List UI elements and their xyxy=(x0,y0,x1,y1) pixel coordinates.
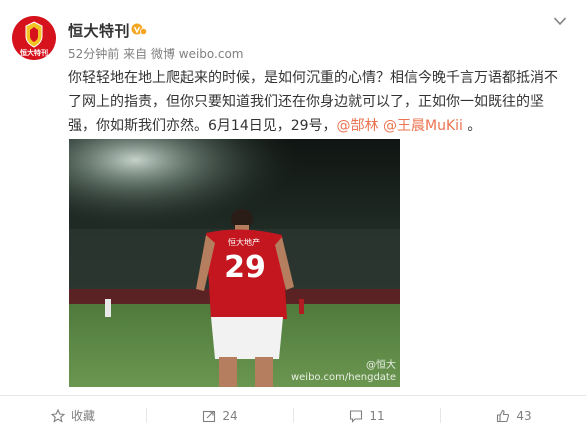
vip-badge-icon[interactable] xyxy=(131,21,147,37)
mention-link[interactable]: @王晨MuKii xyxy=(383,118,463,134)
jersey-number: 29 xyxy=(224,250,266,285)
post-meta: 52分钟前 来自 微博 weibo.com xyxy=(68,45,244,62)
favorite-label: 收藏 xyxy=(70,409,95,423)
favorite-button[interactable]: 收藏 xyxy=(0,396,146,435)
avatar[interactable]: 恒大特刊 xyxy=(12,16,56,60)
post-text-segment: 强，你如斯我们亦然。6月14日见，29号， xyxy=(68,118,337,134)
watermark-handle: @恒大 xyxy=(366,360,396,371)
mention-link[interactable]: @郜林 xyxy=(337,118,379,134)
post-text-line: 强，你如斯我们亦然。6月14日见，29号，@郜林 @王晨MuKii 。 xyxy=(68,114,568,138)
post-text-segment: 。 xyxy=(467,118,482,134)
repost-button[interactable]: 24 xyxy=(147,396,293,435)
watermark-url: weibo.com/hengdate xyxy=(290,372,396,383)
avatar-label: 恒大特刊 xyxy=(19,48,48,57)
photo-watermark: @恒大 weibo.com/hengdate xyxy=(291,360,396,384)
comment-count: 11 xyxy=(369,408,385,423)
username[interactable]: 恒大特刊 xyxy=(68,20,130,41)
post-photo[interactable]: 恒大地产 29 @恒大 weibo.com/hengdate xyxy=(69,139,400,387)
comment-icon xyxy=(350,409,363,423)
comment-button[interactable]: 11 xyxy=(294,396,440,435)
post-text: 你轻轻地在地上爬起来的时候，是如何沉重的心情？相信今晚千言万语都抵消不 了网上的… xyxy=(68,66,568,138)
repost-count: 24 xyxy=(222,408,238,423)
star-icon xyxy=(50,408,65,423)
weibo-post-card: 恒大特刊 恒大特刊 52分钟前 来自 微博 weibo.com 你轻轻地在地上爬… xyxy=(0,0,586,435)
thumbs-up-icon xyxy=(497,409,510,422)
post-source[interactable]: 微博 weibo.com xyxy=(151,47,244,61)
post-text-line: 了网上的指责，但你只要知道我们还在你身边就可以了，正如你一如既往的坚 xyxy=(68,94,544,110)
action-bar: 收藏 24 11 43 xyxy=(0,396,586,435)
repost-icon xyxy=(203,410,216,422)
post-text-line: 你轻轻地在地上爬起来的时候，是如何沉重的心情？相信今晚千言万语都抵消不 xyxy=(68,70,558,86)
like-button[interactable]: 43 xyxy=(441,396,586,435)
chevron-down-icon[interactable] xyxy=(553,16,567,26)
like-count: 43 xyxy=(516,408,532,423)
post-time[interactable]: 52分钟前 xyxy=(68,47,119,61)
jersey-sponsor: 恒大地产 xyxy=(228,237,260,247)
source-prefix: 来自 xyxy=(123,47,148,61)
